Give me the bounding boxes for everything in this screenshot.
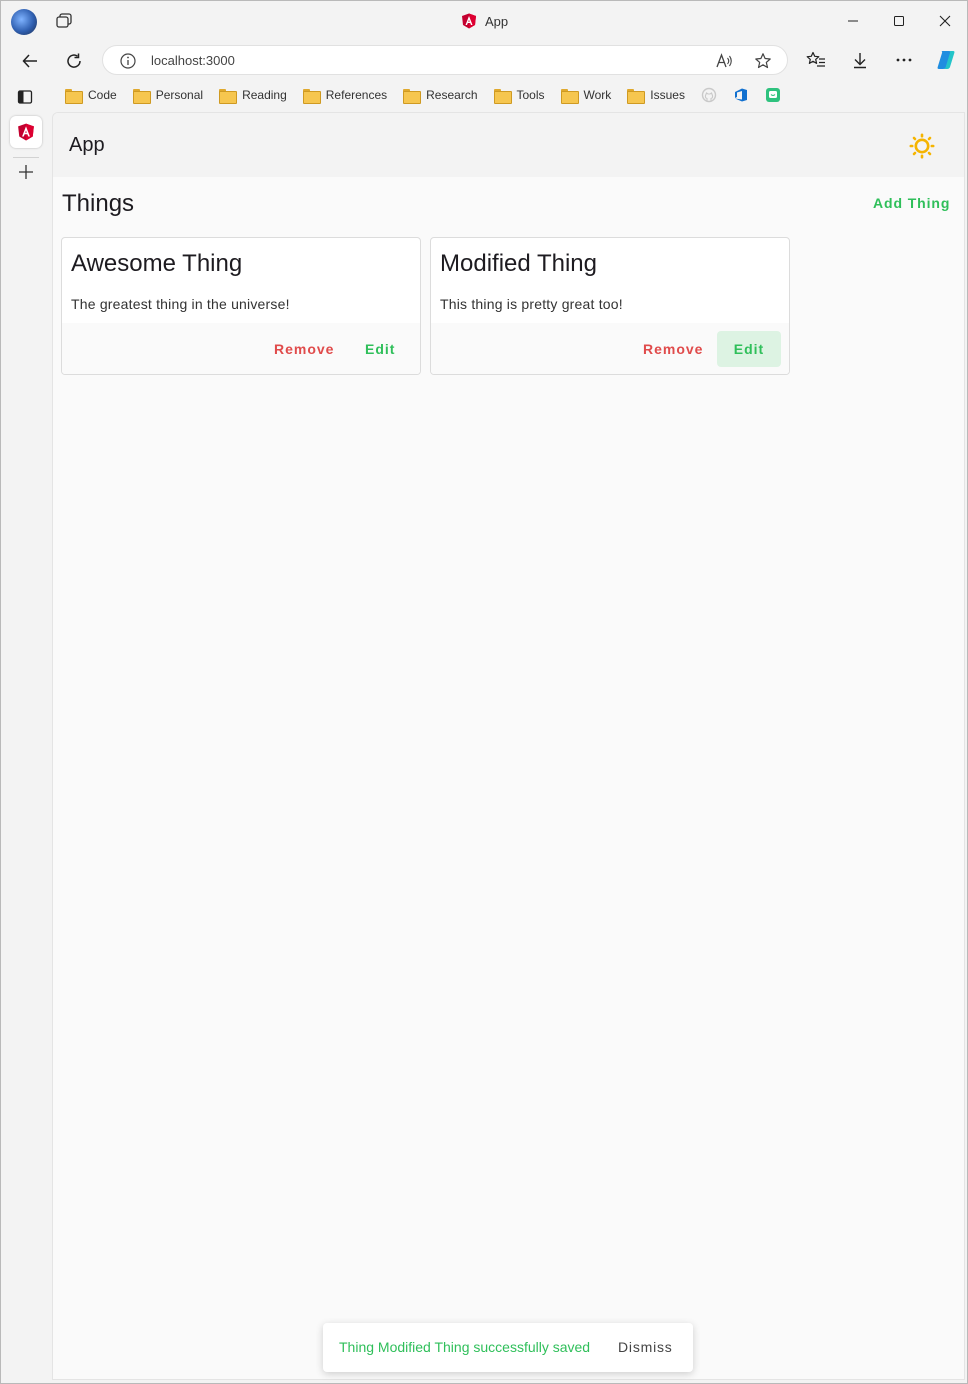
folder-icon [627, 88, 646, 104]
read-aloud-icon [716, 53, 732, 68]
maximize-icon [894, 16, 904, 26]
github-icon[interactable] [701, 87, 717, 103]
maximize-button[interactable] [876, 1, 922, 41]
folder-icon [219, 88, 238, 104]
snackbar-message: Thing Modified Thing successfully saved [339, 1339, 591, 1355]
thing-title: Modified Thing [440, 250, 597, 277]
app-toolbar: App [53, 113, 964, 177]
bookmark-label: Work [583, 88, 612, 102]
sun-icon [909, 133, 935, 159]
page-title: Things [62, 190, 135, 217]
bookmark-folder-personal[interactable]: Personal [125, 83, 211, 107]
url-text[interactable]: localhost:3000 [151, 52, 235, 70]
profile-avatar[interactable] [11, 9, 37, 35]
card-actions: Remove Edit [62, 323, 420, 374]
copilot-icon [937, 51, 955, 69]
folder-icon [302, 88, 321, 104]
vertical-tabs-icon [17, 90, 33, 104]
bookmark-label: Research [426, 88, 478, 102]
window-title-text: App [485, 13, 509, 29]
add-thing-button[interactable]: Add Thing [863, 187, 960, 219]
read-aloud-button[interactable] [714, 51, 734, 71]
thing-title: Awesome Thing [71, 250, 243, 277]
angular-logo [462, 13, 476, 29]
bookmark-label: Tools [516, 88, 545, 102]
back-button[interactable] [18, 49, 42, 73]
theme-toggle-button[interactable] [909, 133, 935, 159]
bookmark-label: Reading [242, 88, 287, 102]
new-tab-button[interactable] [15, 161, 37, 183]
edit-button[interactable]: Edit [717, 331, 781, 367]
edit-button[interactable]: Edit [355, 331, 405, 367]
folder-icon [560, 88, 579, 104]
favorite-star-icon [755, 53, 771, 69]
bookmark-folder-references[interactable]: References [295, 83, 395, 107]
thing-card: Awesome Thing The greatest thing in the … [61, 237, 421, 375]
thing-card: Modified Thing This thing is pretty grea… [430, 237, 790, 375]
bookmark-folder-research[interactable]: Research [395, 83, 485, 107]
folder-icon [493, 88, 512, 104]
tab-app[interactable] [10, 116, 42, 148]
window-title: App [461, 11, 508, 31]
bookmark-label: Code [88, 88, 117, 102]
tab-divider [13, 157, 39, 158]
vertical-tab-strip [1, 111, 51, 1383]
dismiss-button[interactable]: Dismiss [610, 1331, 681, 1363]
downloads-button[interactable] [848, 48, 872, 72]
remove-button[interactable]: Remove [633, 331, 713, 367]
folder-icon [132, 88, 151, 104]
more-icon [896, 58, 912, 62]
page-viewport: App Things Add Thing Awesome Thing The g… [52, 112, 965, 1380]
folder-icon [403, 88, 422, 104]
things-list: Awesome Thing The greatest thing in the … [61, 237, 790, 375]
remove-button[interactable]: Remove [264, 331, 344, 367]
minimize-button[interactable] [830, 1, 876, 41]
close-button[interactable] [922, 1, 968, 41]
bookmark-folder-issues[interactable]: Issues [619, 83, 693, 107]
tab-actions-icon[interactable] [55, 13, 73, 29]
minimize-icon [848, 20, 858, 22]
favorites-button[interactable] [804, 48, 828, 72]
bookmark-folder-work[interactable]: Work [553, 83, 620, 107]
bookmarks-bar: Code Personal Reading References Researc… [57, 83, 789, 107]
new-tab-icon [19, 165, 33, 179]
angular-logo [18, 123, 34, 141]
green-app-icon[interactable] [765, 87, 781, 103]
browser-window: App localhost:3000 Code Personal Reading… [0, 0, 968, 1384]
download-icon [854, 53, 866, 69]
bookmark-folder-code[interactable]: Code [57, 83, 125, 107]
site-info-icon[interactable] [119, 52, 137, 70]
bookmark-folder-tools[interactable]: Tools [486, 83, 553, 107]
vertical-tabs-toggle[interactable] [17, 89, 33, 105]
folder-icon [65, 88, 83, 104]
add-favorite-button[interactable] [753, 51, 773, 71]
bookmark-label: Personal [155, 88, 204, 102]
azure-devops-icon[interactable] [733, 87, 749, 103]
bookmark-label: References [325, 88, 388, 102]
close-icon [939, 15, 951, 27]
app-title: App [69, 134, 105, 156]
refresh-button[interactable] [62, 49, 86, 73]
refresh-icon [67, 53, 81, 68]
back-icon [22, 54, 37, 68]
bookmark-label: Issues [650, 88, 685, 102]
bookmark-folder-reading[interactable]: Reading [211, 83, 295, 107]
thing-description: The greatest thing in the universe! [71, 296, 290, 312]
address-bar[interactable]: localhost:3000 [102, 45, 788, 75]
snackbar: Thing Modified Thing successfully saved … [323, 1323, 693, 1372]
copilot-button[interactable] [933, 47, 959, 73]
thing-description: This thing is pretty great too! [440, 296, 623, 312]
card-actions: Remove Edit [431, 323, 789, 374]
title-bar: App [1, 1, 967, 41]
more-button[interactable] [892, 48, 916, 72]
favorites-icon [806, 51, 825, 67]
